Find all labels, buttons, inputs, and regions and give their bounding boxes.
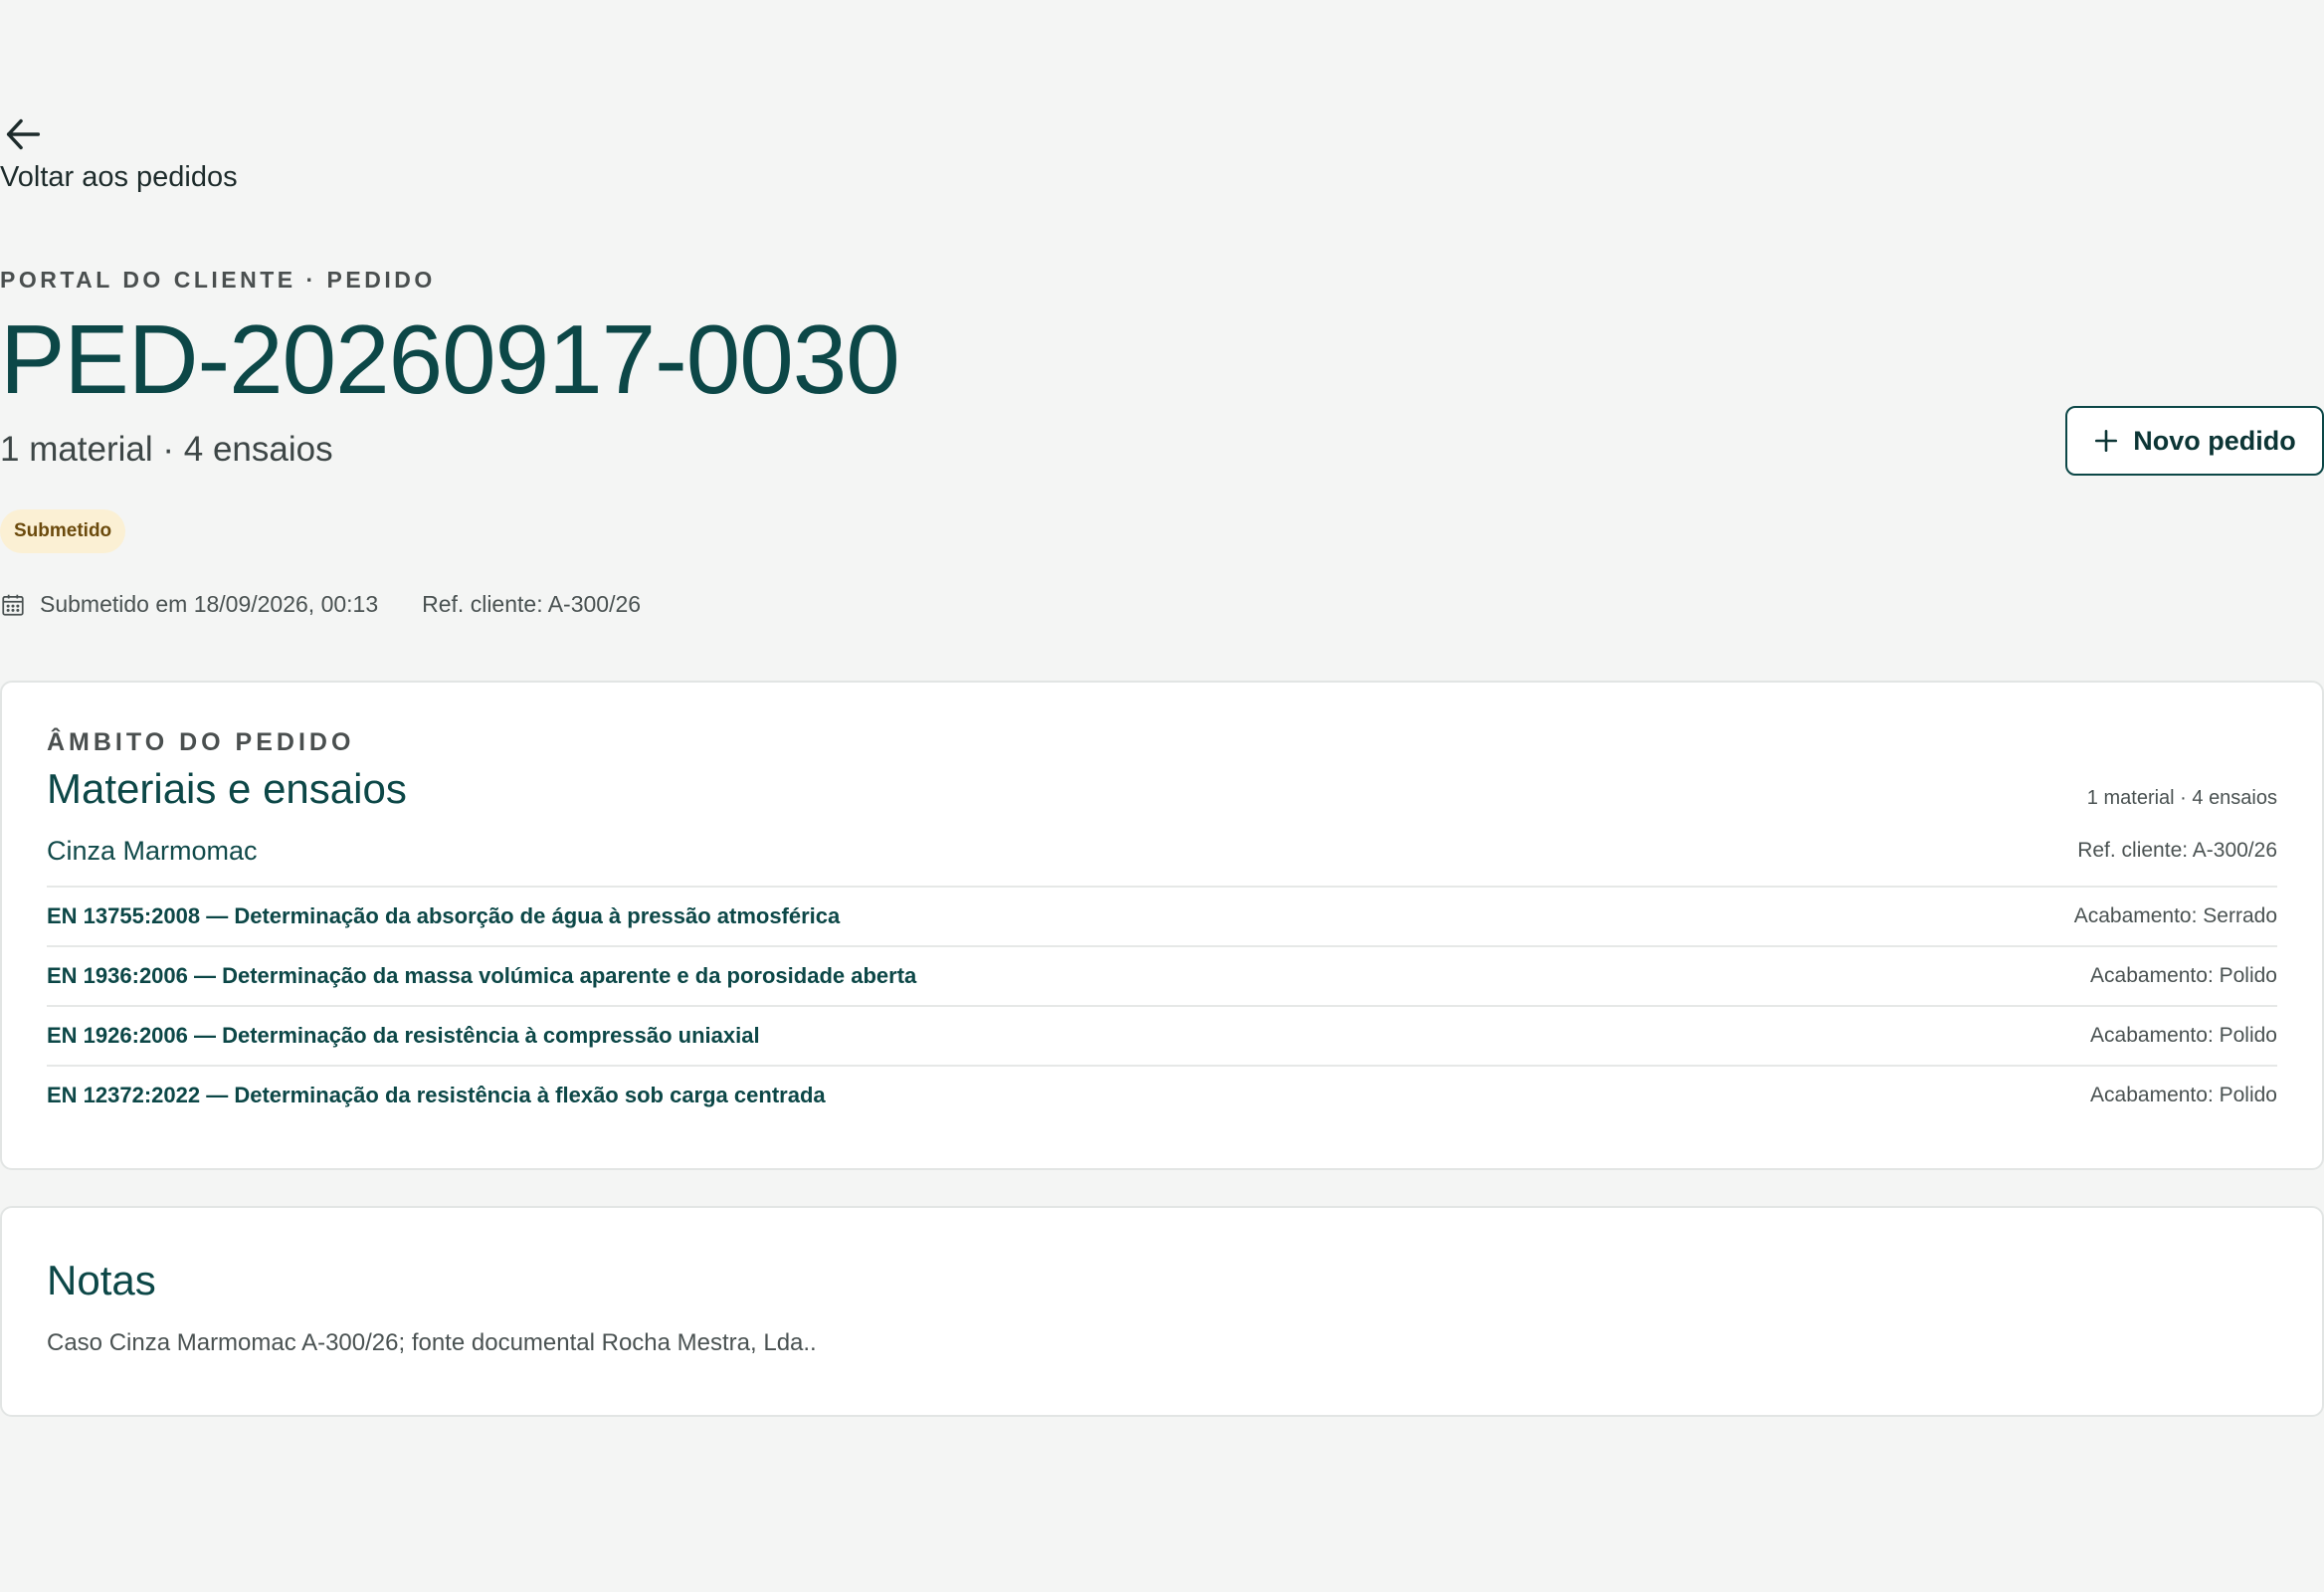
- order-meta: Submetido em 18/09/2026, 00:13 Ref. clie…: [0, 591, 641, 618]
- test-finish: Acabamento: Polido: [2090, 1084, 2277, 1106]
- tests-list: EN 13755:2008 — Determinação da absorção…: [47, 888, 2277, 1124]
- test-finish: Acabamento: Polido: [2090, 964, 2277, 987]
- test-name: EN 12372:2022 — Determinação da resistên…: [47, 1083, 826, 1107]
- arrow-left-icon: [6, 118, 41, 150]
- material-reference: Ref. cliente: A-300/26: [2077, 839, 2277, 862]
- back-link-label: Voltar aos pedidos: [0, 161, 238, 193]
- test-row: EN 13755:2008 — Determinação da absorção…: [47, 888, 2277, 947]
- test-name: EN 13755:2008 — Determinação da absorção…: [47, 903, 841, 928]
- notes-title: Notas: [47, 1257, 156, 1303]
- client-reference: Ref. cliente: A-300/26: [422, 591, 642, 617]
- scope-eyebrow: ÂMBITO DO PEDIDO: [47, 728, 355, 756]
- material-row: Cinza Marmomac Ref. cliente: A-300/26: [47, 816, 2277, 888]
- test-row: EN 1936:2006 — Determinação da massa vol…: [47, 947, 2277, 1007]
- test-name: EN 1926:2006 — Determinação da resistênc…: [47, 1023, 760, 1048]
- status-badge: Submetido: [0, 509, 126, 553]
- test-row: EN 12372:2022 — Determinação da resistên…: [47, 1067, 2277, 1124]
- test-finish: Acabamento: Polido: [2090, 1024, 2277, 1047]
- material-name: Cinza Marmomac: [47, 835, 258, 866]
- test-row: EN 1926:2006 — Determinação da resistênc…: [47, 1007, 2277, 1067]
- scope-header: Materiais e ensaios 1 material · 4 ensai…: [47, 762, 2277, 816]
- notes-text: Caso Cinza Marmomac A-300/26; fonte docu…: [47, 1329, 817, 1356]
- order-scope-card: ÂMBITO DO PEDIDO Materiais e ensaios 1 m…: [0, 681, 2324, 1170]
- calendar-icon: [2, 594, 24, 616]
- notes-card: Notas Caso Cinza Marmomac A-300/26; font…: [0, 1206, 2324, 1417]
- new-order-label: Novo pedido: [2133, 425, 2296, 456]
- plus-icon: [2095, 429, 2118, 453]
- order-detail-page: Voltar aos pedidos PORTAL DO CLIENTE · P…: [0, 0, 2324, 1592]
- test-name: EN 1936:2006 — Determinação da massa vol…: [47, 963, 917, 988]
- back-to-orders-link[interactable]: Voltar aos pedidos: [0, 111, 238, 197]
- new-order-button[interactable]: Novo pedido: [2065, 406, 2324, 476]
- page-eyebrow: PORTAL DO CLIENTE · PEDIDO: [0, 267, 436, 293]
- test-finish: Acabamento: Serrado: [2073, 904, 2277, 927]
- submitted-date: Submetido em 18/09/2026, 00:13: [40, 591, 379, 617]
- scope-count: 1 material · 4 ensaios: [2086, 787, 2277, 809]
- scope-title: Materiais e ensaios: [47, 765, 407, 812]
- order-summary: 1 material · 4 ensaios: [0, 430, 333, 469]
- page-title: PED-20260917-0030: [0, 304, 900, 414]
